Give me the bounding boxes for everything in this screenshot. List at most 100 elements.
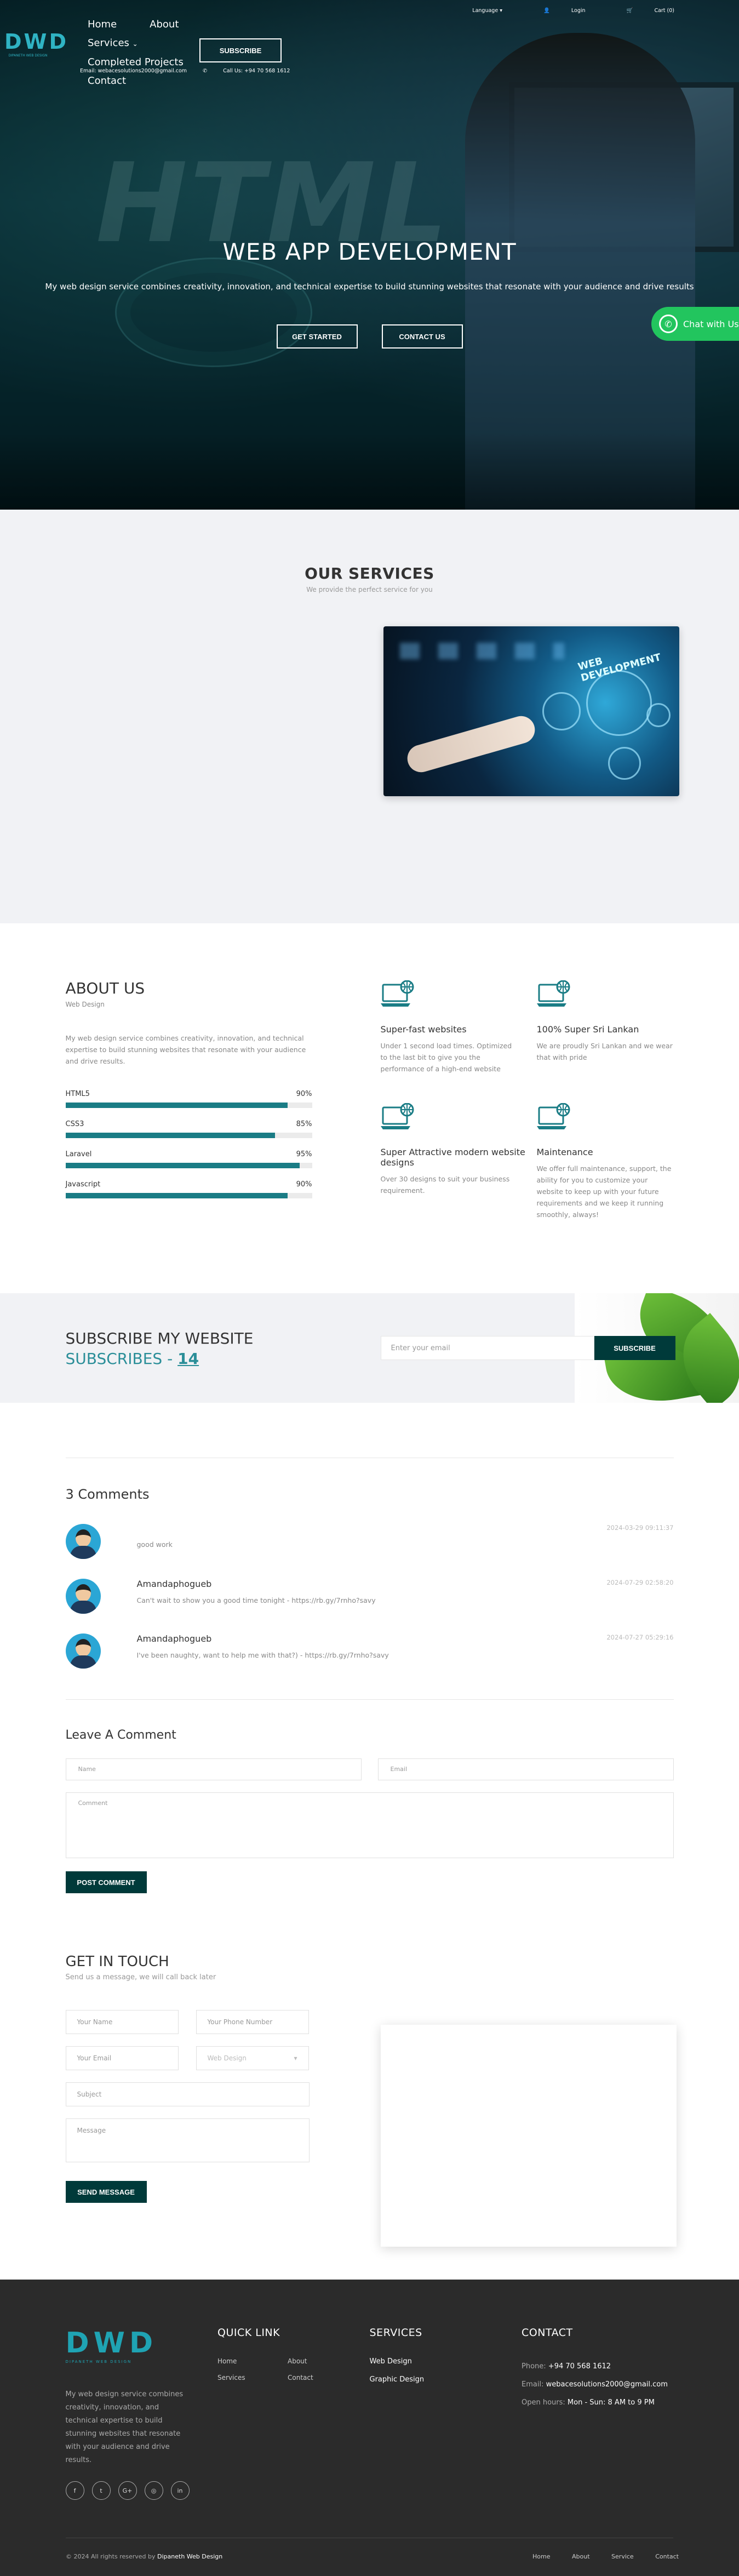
footer-phone: Phone: +94 70 568 1612 — [522, 2357, 674, 2375]
nav-services[interactable]: Services ⌄ — [88, 34, 184, 53]
avatar — [65, 1579, 101, 1614]
services-title: OUR SERVICES — [305, 564, 434, 582]
contact-us-button[interactable]: CONTACT US — [381, 324, 463, 349]
leave-comment-heading: Leave A Comment — [65, 1728, 176, 1742]
footer-services: SERVICES Web Design Graphic Design — [370, 2327, 522, 2500]
nav-contact[interactable]: Contact — [88, 72, 184, 90]
footer-hours-label: Open hours: — [522, 2398, 568, 2407]
skill-name: Laravel — [65, 1150, 92, 1158]
skill-percent: 85% — [296, 1120, 312, 1128]
social-links: f t G+ ◎ in — [65, 2481, 218, 2500]
footer-phone-value[interactable]: +94 70 568 1612 — [548, 2362, 611, 2371]
cart-label: Cart (0) — [654, 8, 674, 14]
logo-tagline: DIPANETH WEB DESIGN — [8, 54, 48, 58]
service-select[interactable]: Web Design ▾ — [196, 2046, 309, 2070]
feature-title: 100% Super Sri Lankan — [536, 1024, 639, 1035]
skill-item: HTML5 90% — [65, 1090, 312, 1108]
footer-link-services[interactable]: Services — [217, 2374, 288, 2381]
comment-name-email-row: Name Email — [65, 1758, 674, 1780]
contact-form: Your Name Your Phone Number Your Email W… — [65, 2010, 310, 2203]
copyright-brand[interactable]: Dipaneth Web Design — [157, 2553, 222, 2560]
facebook-icon[interactable]: f — [65, 2481, 84, 2500]
chat-label: Chat with Us — [683, 318, 739, 329]
feature-item: Super Attractive modern website designs … — [380, 1103, 537, 1220]
about-description: My web design service combines creativit… — [65, 1034, 306, 1065]
footer-bottom-links: Home About Service Contact — [513, 2553, 679, 2560]
comment-textarea[interactable]: Comment — [65, 1792, 674, 1858]
skill-bar — [65, 1193, 312, 1198]
nav-services-label: Services — [88, 37, 129, 49]
divider — [65, 1699, 674, 1700]
skill-percent: 90% — [296, 1090, 312, 1098]
subscribe-count-value: 14 — [177, 1350, 199, 1368]
footer-logo-letters: DWD — [65, 2327, 158, 2360]
skill-bar — [65, 1133, 312, 1138]
comments-section: 3 Comments good work 2024-03-29 09:11:37… — [0, 1403, 739, 1893]
twitter-icon[interactable]: t — [91, 2481, 111, 2500]
footer-link-home[interactable]: Home — [217, 2357, 288, 2365]
avatar-body — [70, 1655, 96, 1669]
skill-item: CSS3 85% — [65, 1120, 312, 1138]
feature-text: Under 1 second load times. Optimized to … — [380, 1042, 512, 1073]
chat-with-us-button[interactable]: ✆ Chat with Us — [651, 307, 739, 341]
contact-subject-input[interactable]: Subject — [65, 2082, 310, 2106]
network-node-icon — [542, 692, 581, 730]
footer-link-contact[interactable]: Contact — [288, 2374, 342, 2381]
laptop-globe-icon — [536, 1103, 570, 1129]
footer-about: DWD DIPANETH WEB DESIGN My web design se… — [65, 2327, 218, 2500]
avatar-face — [75, 1529, 91, 1547]
contact-message-textarea[interactable]: Message — [65, 2118, 310, 2162]
nav-home[interactable]: Home — [88, 15, 117, 34]
bottom-link-about[interactable]: About — [572, 2553, 590, 2560]
post-comment-button[interactable]: POST COMMENT — [65, 1871, 147, 1893]
avatar-face — [75, 1584, 91, 1602]
comment-name-input[interactable]: Name — [65, 1758, 362, 1780]
skill-name: HTML5 — [65, 1090, 90, 1098]
about-section: ABOUT US Web Design My web design servic… — [0, 923, 739, 1293]
contact-phone-input[interactable]: Your Phone Number — [196, 2010, 309, 2034]
footer-service-web-design[interactable]: Web Design — [370, 2357, 522, 2366]
comment-email-input[interactable]: Email — [377, 1758, 674, 1780]
comment-text: I've been naughty, want to help me with … — [136, 1651, 389, 1659]
map-embed[interactable] — [380, 2025, 677, 2247]
nav-subscribe-button[interactable]: SUBSCRIBE — [199, 38, 282, 62]
footer-email-value[interactable]: webacesolutions2000@gmail.com — [546, 2380, 668, 2389]
site-logo[interactable]: DWD DIPANETH WEB DESIGN — [4, 30, 66, 68]
features-grid: Super-fast websites Under 1 second load … — [380, 980, 688, 1220]
contact-email-input[interactable]: Your Email — [65, 2046, 179, 2070]
bottom-link-service[interactable]: Service — [611, 2553, 634, 2560]
skill-bar — [65, 1103, 312, 1108]
laptop-globe-icon — [380, 1103, 414, 1129]
contact-section: GET IN TOUCH Send us a message, we will … — [0, 1893, 739, 2280]
quick-links-title: QUICK LINK — [217, 2327, 280, 2339]
footer-email-label: Email: — [522, 2380, 546, 2389]
footer-service-graphic-design[interactable]: Graphic Design — [370, 2375, 522, 2384]
topbar-call[interactable]: Call Us: +94 70 568 1612 — [223, 68, 290, 74]
nav-about[interactable]: About — [150, 15, 179, 34]
comment-date: 2024-03-29 09:11:37 — [606, 1524, 674, 1532]
subscribe-section: SUBSCRIBE MY WEBSITE SUBSCRIBES - 14 Ent… — [0, 1293, 739, 1403]
footer-logo[interactable]: DWD DIPANETH WEB DESIGN — [66, 2327, 218, 2364]
footer-hours-value: Mon - Sun: 8 AM to 9 PM — [567, 2398, 655, 2407]
cart-link[interactable]: 🛒 Cart (0) — [607, 8, 674, 14]
bottom-link-home[interactable]: Home — [532, 2553, 550, 2560]
footer-description: My web design service combines creativit… — [65, 2390, 184, 2464]
linkedin-icon[interactable]: in — [170, 2481, 190, 2500]
bottom-link-contact[interactable]: Contact — [655, 2553, 679, 2560]
google-plus-icon[interactable]: G+ — [118, 2481, 137, 2500]
subscribe-button[interactable]: SUBSCRIBE — [594, 1336, 675, 1360]
login-link[interactable]: 👤 Login — [524, 8, 586, 14]
footer-phone-label: Phone: — [522, 2362, 548, 2371]
user-icon: 👤 — [543, 8, 550, 14]
send-message-button[interactable]: SEND MESSAGE — [65, 2181, 147, 2203]
nav-completed-projects[interactable]: Completed Projects — [88, 53, 184, 72]
instagram-icon[interactable]: ◎ — [144, 2481, 163, 2500]
subscribe-email-input[interactable]: Enter your email — [380, 1336, 594, 1360]
footer-bottom: © 2024 All rights reserved by Dipaneth W… — [0, 2538, 739, 2576]
leave-comment-form: Leave A Comment Name Email Comment POST … — [65, 1728, 674, 1893]
network-node-icon — [608, 747, 641, 780]
contact-name-input[interactable]: Your Name — [65, 2010, 179, 2034]
footer-link-about[interactable]: About — [288, 2357, 342, 2365]
language-dropdown[interactable]: Language ▾ — [452, 8, 502, 14]
skill-item: Javascript 90% — [65, 1180, 312, 1198]
